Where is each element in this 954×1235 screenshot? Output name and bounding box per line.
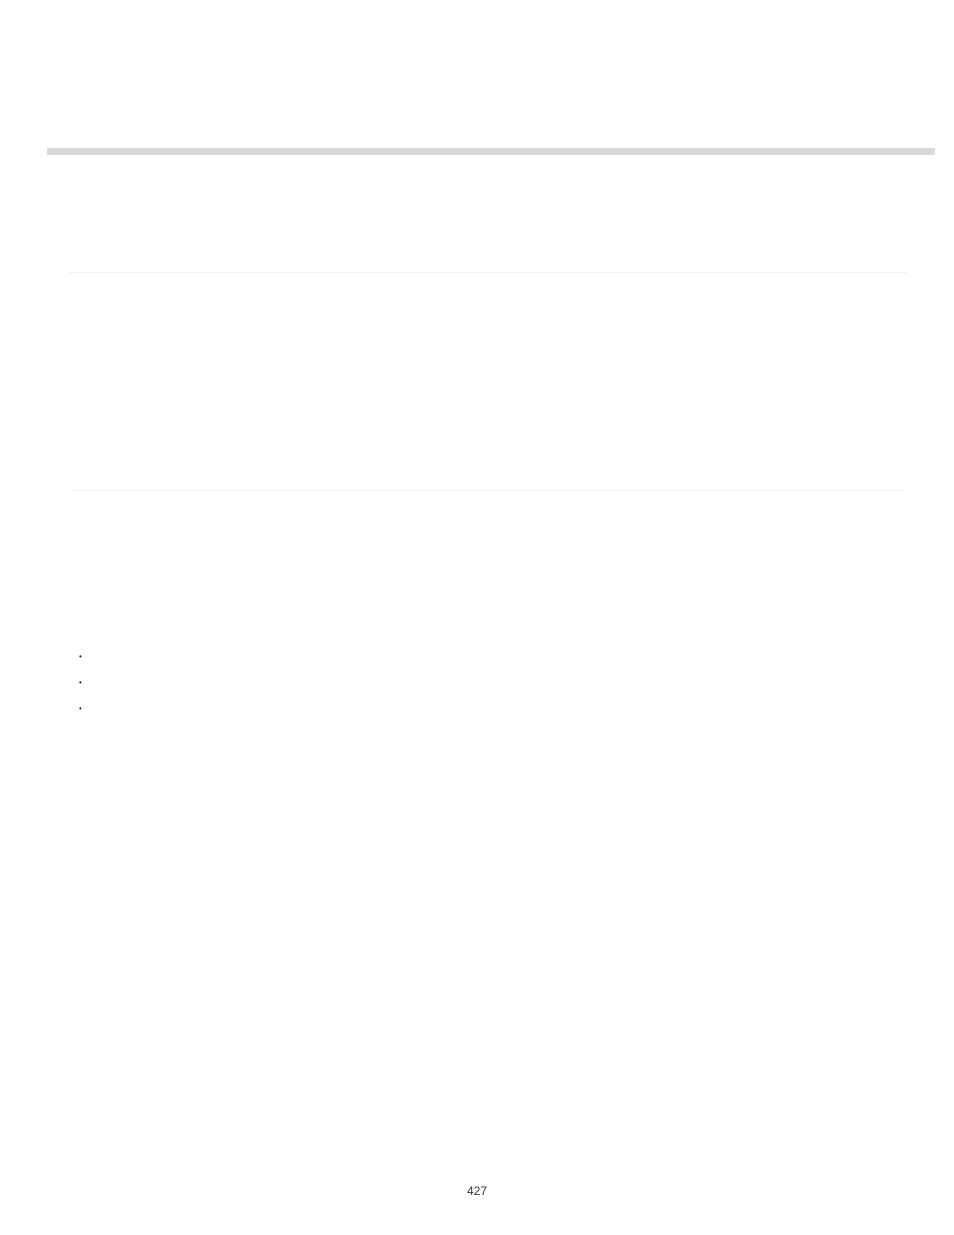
page-number: 427 — [0, 1184, 954, 1198]
bullet-item: • — [79, 696, 82, 722]
bullet-list: • • • — [79, 644, 82, 722]
thin-divider — [69, 272, 907, 273]
bullet-item: • — [79, 644, 82, 670]
document-page: • • • 427 — [0, 0, 954, 1235]
thick-divider — [47, 148, 935, 155]
thin-divider — [69, 490, 907, 491]
bullet-item: • — [79, 670, 82, 696]
